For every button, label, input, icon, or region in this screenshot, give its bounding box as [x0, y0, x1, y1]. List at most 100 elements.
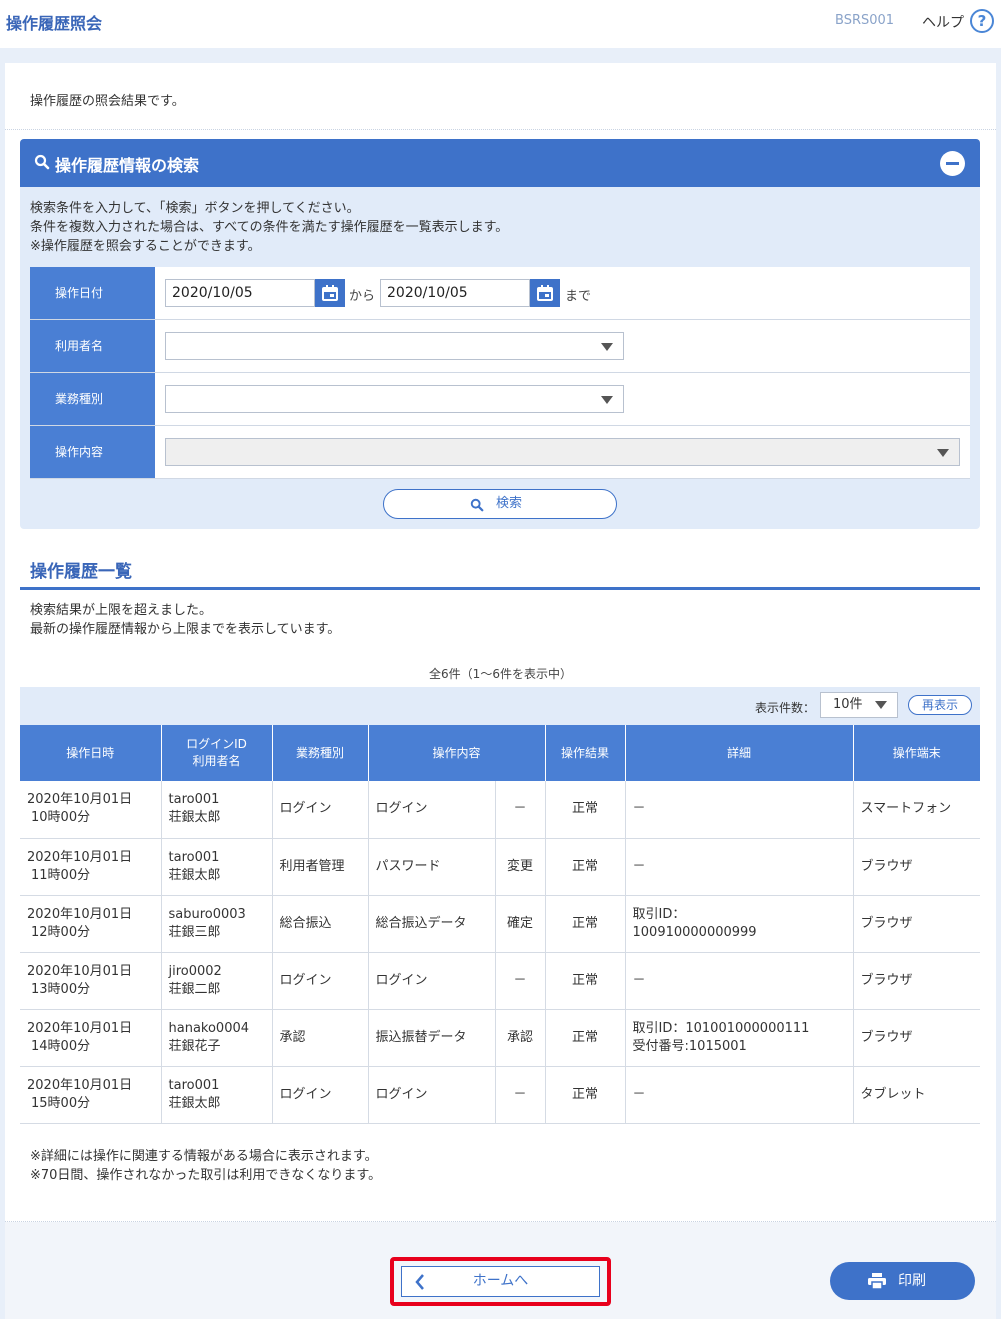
cell-result: 正常 [545, 838, 626, 896]
cell-terminal: タブレット [853, 1066, 981, 1124]
header-operation[interactable]: 操作内容 [368, 725, 546, 781]
cell-terminal: スマートフォン [853, 781, 981, 839]
table-row: 2020年10月01日 12時00分 saburo0003 荘銀三郎 総合振込 総合振込デ… [20, 895, 981, 953]
per-page-select[interactable]: 10件 [820, 692, 898, 718]
cell-terminal: ブラウザ [853, 838, 981, 896]
cell-user-name: 荘銀太郎 [168, 1095, 221, 1111]
cell-operation: パスワード [368, 838, 496, 896]
help-icon[interactable]: ? [970, 9, 994, 33]
cell-detail: － [625, 781, 854, 839]
cell-operation: 総合振込データ [368, 895, 496, 953]
cell-datetime: 2020年10月01日 15時00分 [20, 1066, 162, 1124]
cell-login-user: taro001 荘銀太郎 [161, 781, 273, 839]
date-from-input[interactable]: 2020/10/05 [165, 279, 315, 307]
cell-user-name: 荘銀三郎 [168, 924, 221, 940]
printer-icon [868, 1273, 886, 1289]
cell-datetime: 2020年10月01日 14時00分 [20, 1009, 162, 1067]
user-label: 利用者名 [30, 320, 155, 373]
top-bar: 操作履歴照会 BSRS001 ヘルプ ? [0, 0, 1001, 48]
cell-operation-sub: － [495, 1066, 546, 1124]
chevron-left-icon [415, 1274, 424, 1290]
note-line: ※70日間、操作されなかった取引は利用できなくなります。 [30, 1168, 382, 1183]
dropdown-arrow-icon [937, 449, 949, 457]
cell-operation: 振込振替データ [368, 1009, 496, 1067]
cell-login-user: hanako0004 荘銀花子 [161, 1009, 273, 1067]
cell-login-id: jiro0002 [168, 963, 222, 979]
cell-detail-line: 100910000000999 [632, 924, 757, 940]
print-button[interactable]: 印刷 [830, 1262, 975, 1300]
search-desc-line: ※操作履歴を照会することができます。 [30, 239, 261, 254]
cell-time: 11時00分 [31, 867, 91, 883]
cell-business: ログイン [272, 781, 369, 839]
operation-select[interactable] [165, 438, 960, 466]
home-button[interactable]: ホームへ [401, 1266, 600, 1297]
cell-operation-sub: － [495, 781, 546, 839]
help-link[interactable]: ヘルプ [922, 12, 964, 32]
cell-business: ログイン [272, 1066, 369, 1124]
cell-user-name: 荘銀花子 [168, 1038, 221, 1054]
user-select[interactable] [165, 332, 624, 360]
cell-login-user: saburo0003 荘銀三郎 [161, 895, 273, 953]
cell-login-id: saburo0003 [168, 906, 246, 922]
redisplay-button[interactable]: 再表示 [908, 695, 972, 715]
search-button[interactable]: 検索 [383, 489, 617, 519]
home-button-label: ホームへ [472, 1273, 529, 1289]
screen-id: BSRS001 [835, 13, 895, 28]
cell-terminal: ブラウザ [853, 895, 981, 953]
cell-terminal: ブラウザ [853, 1009, 981, 1067]
cell-detail: － [625, 1066, 854, 1124]
search-button-label: 検索 [495, 496, 522, 511]
calendar-icon[interactable] [530, 279, 560, 307]
calendar-icon[interactable] [315, 279, 345, 307]
cell-detail-line: － [632, 858, 646, 874]
cell-date: 2020年10月01日 [27, 1077, 133, 1093]
date-row: 操作日付 2020/10/05 から 2020/10/05 まで [30, 267, 970, 320]
date-to-input[interactable]: 2020/10/05 [380, 279, 530, 307]
table-row: 2020年10月01日 13時00分 jiro0002 荘銀二郎 ログイン ログイン－正常… [20, 952, 981, 1010]
header-terminal[interactable]: 操作端末 [853, 725, 981, 781]
cell-result: 正常 [545, 1066, 626, 1124]
result-count: 全6件（1～6件を表示中） [429, 667, 572, 681]
cell-result: 正常 [545, 1009, 626, 1067]
operation-row: 操作内容 [30, 426, 970, 479]
header-datetime[interactable]: 操作日時 [20, 725, 162, 781]
table-row: 2020年10月01日 14時00分 hanako0004 荘銀花子 承認 振込振替データ… [20, 1009, 981, 1067]
cell-detail-line: 取引ID：101001000000111 [632, 1020, 810, 1036]
user-row: 利用者名 [30, 320, 970, 373]
header-result[interactable]: 操作結果 [545, 725, 626, 781]
result-message-line: 検索結果が上限を超えました。 [30, 603, 213, 618]
print-button-label: 印刷 [898, 1273, 926, 1289]
header-user-name: 利用者名 [192, 754, 241, 768]
cell-operation: ログイン [368, 1066, 496, 1124]
table-row: 2020年10月01日 15時00分 taro001 荘銀太郎 ログイン ログイン－正常－… [20, 1066, 981, 1124]
search-panel: 操作履歴情報の検索 検索条件を入力して、「検索」ボタンを押してください。 条件を… [20, 139, 980, 529]
list-title: 操作履歴一覧 [30, 562, 132, 582]
cell-business: 利用者管理 [272, 838, 369, 896]
cell-login-id: taro001 [168, 792, 220, 808]
search-icon [470, 498, 484, 512]
cell-login-id: hanako0004 [168, 1020, 250, 1036]
search-panel-header[interactable]: 操作履歴情報の検索 [20, 139, 980, 187]
per-page-value: 10件 [833, 697, 863, 712]
search-desc-line: 検索条件を入力して、「検索」ボタンを押してください。 [30, 201, 360, 216]
business-select[interactable] [165, 385, 624, 413]
cell-login-user: jiro0002 荘銀二郎 [161, 952, 273, 1010]
cell-operation-sub: 確定 [495, 895, 546, 953]
date-range-end: まで [565, 289, 592, 304]
header-login-user[interactable]: ログインID 利用者名 [161, 725, 273, 781]
business-row: 業務種別 [30, 373, 970, 426]
result-message: 検索結果が上限を超えました。 最新の操作履歴情報から上限までを表示しています。 [30, 601, 340, 639]
header-business[interactable]: 業務種別 [272, 725, 369, 781]
cell-datetime: 2020年10月01日 11時00分 [20, 838, 162, 896]
cell-operation: ログイン [368, 781, 496, 839]
intro-text: 操作履歴の照会結果です。 [30, 94, 185, 109]
cell-time: 10時00分 [31, 810, 91, 826]
cell-date: 2020年10月01日 [27, 1020, 133, 1036]
header-detail[interactable]: 詳細 [625, 725, 854, 781]
list-title-underline [20, 587, 980, 590]
table-header-row: 操作日時 ログインID 利用者名 業務種別 操作内容 操作結果 詳細 操作端末 [20, 725, 981, 781]
table-row: 2020年10月01日 10時00分 taro001 荘銀太郎 ログイン ログイン－正常－… [20, 781, 981, 839]
collapse-icon[interactable] [940, 151, 965, 176]
cell-datetime: 2020年10月01日 13時00分 [20, 952, 162, 1010]
cell-date: 2020年10月01日 [27, 849, 133, 865]
